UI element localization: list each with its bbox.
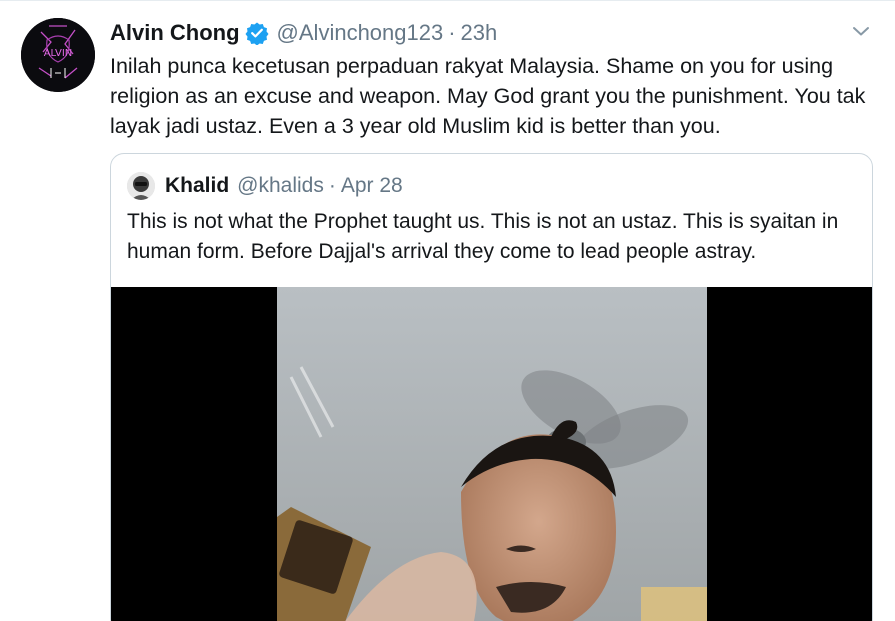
separator-dot: · [328,174,336,197]
chevron-down-icon[interactable] [849,19,873,43]
quoted-tweet[interactable]: Khalid @khalids · Apr 28 This is not wha… [110,153,873,621]
avatar-logo-text: ALVIN [44,48,73,59]
user-handle[interactable]: @Alvinchong123 [277,20,444,46]
quoted-tweet-text: This is not what the Prophet taught us. … [127,210,839,263]
tweet-header: Alvin Chong @Alvinchong123 · 23h [110,19,497,47]
tweet-text: Inilah punca kecetusan perpaduan rakyat … [110,54,866,138]
quoted-timestamp[interactable]: Apr 28 [341,174,403,198]
quoted-avatar[interactable] [127,172,155,200]
verified-badge-icon [245,21,269,46]
tweet-timestamp[interactable]: 23h [461,20,498,46]
display-name[interactable]: Alvin Chong [110,20,240,46]
avatar[interactable]: ALVIN [21,18,95,92]
quoted-tweet-header: Khalid @khalids · Apr 28 [127,172,403,200]
separator-dot: · [448,20,456,45]
tweet[interactable]: ALVIN Alvin Chong @Alvinchong123 · 23h I… [0,0,895,621]
quoted-user-handle[interactable]: @khalids [237,174,324,198]
quoted-display-name[interactable]: Khalid [165,174,229,198]
video-media[interactable] [111,287,872,621]
